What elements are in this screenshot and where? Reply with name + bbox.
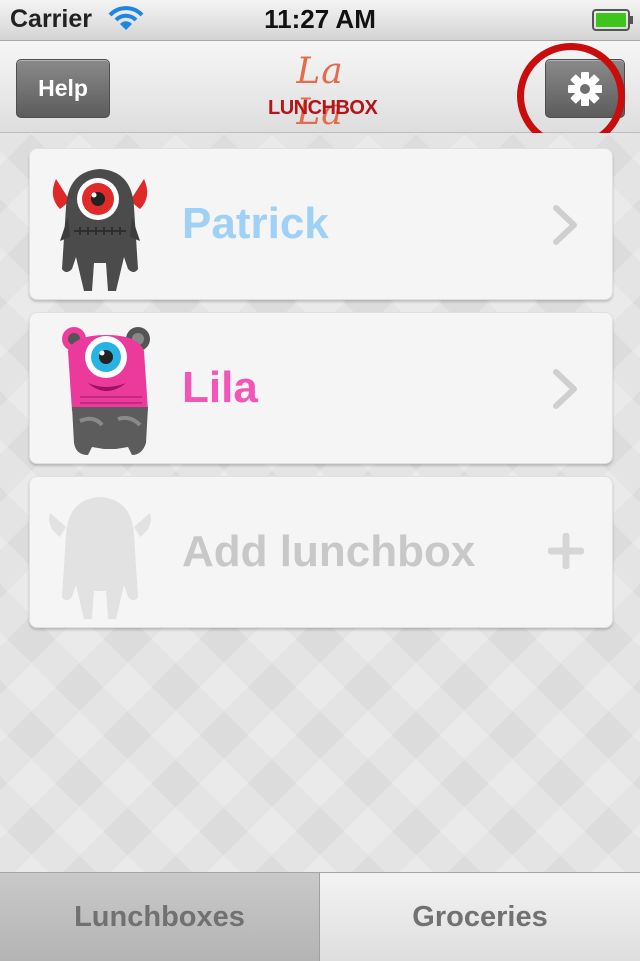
logo-la-la: La La: [296, 51, 344, 133]
tab-bar: Lunchboxes Groceries: [0, 872, 640, 961]
lunchbox-name: Patrick: [182, 199, 329, 248]
add-lunchbox-row[interactable]: Add lunchbox: [29, 476, 613, 628]
add-lunchbox-label: Add lunchbox: [182, 527, 476, 576]
plus-icon: [548, 533, 584, 569]
tab-lunchboxes[interactable]: Lunchboxes: [0, 873, 320, 961]
lunchbox-name: Lila: [182, 363, 258, 412]
chevron-right-icon: [553, 205, 577, 245]
status-bar: Carrier 11:27 AM: [0, 0, 640, 41]
gray-monster-avatar-icon: [52, 169, 148, 291]
lunchbox-row-lila[interactable]: Lila: [29, 312, 613, 464]
help-button[interactable]: Help: [16, 59, 110, 118]
tab-groceries[interactable]: Groceries: [320, 873, 640, 961]
chevron-right-icon: [553, 369, 577, 409]
logo-lunchbox: LUNCHBOX: [268, 97, 378, 119]
app-logo: La La LUNCHBOX: [268, 51, 378, 133]
monster-silhouette-icon: [49, 497, 151, 619]
battery-icon: [592, 9, 633, 31]
pink-monster-avatar-icon: [62, 327, 150, 455]
lunchbox-row-patrick[interactable]: Patrick: [29, 148, 613, 300]
lunchbox-list: Patrick Lila Add lunchbox: [0, 133, 640, 872]
status-time: 11:27 AM: [264, 4, 376, 34]
